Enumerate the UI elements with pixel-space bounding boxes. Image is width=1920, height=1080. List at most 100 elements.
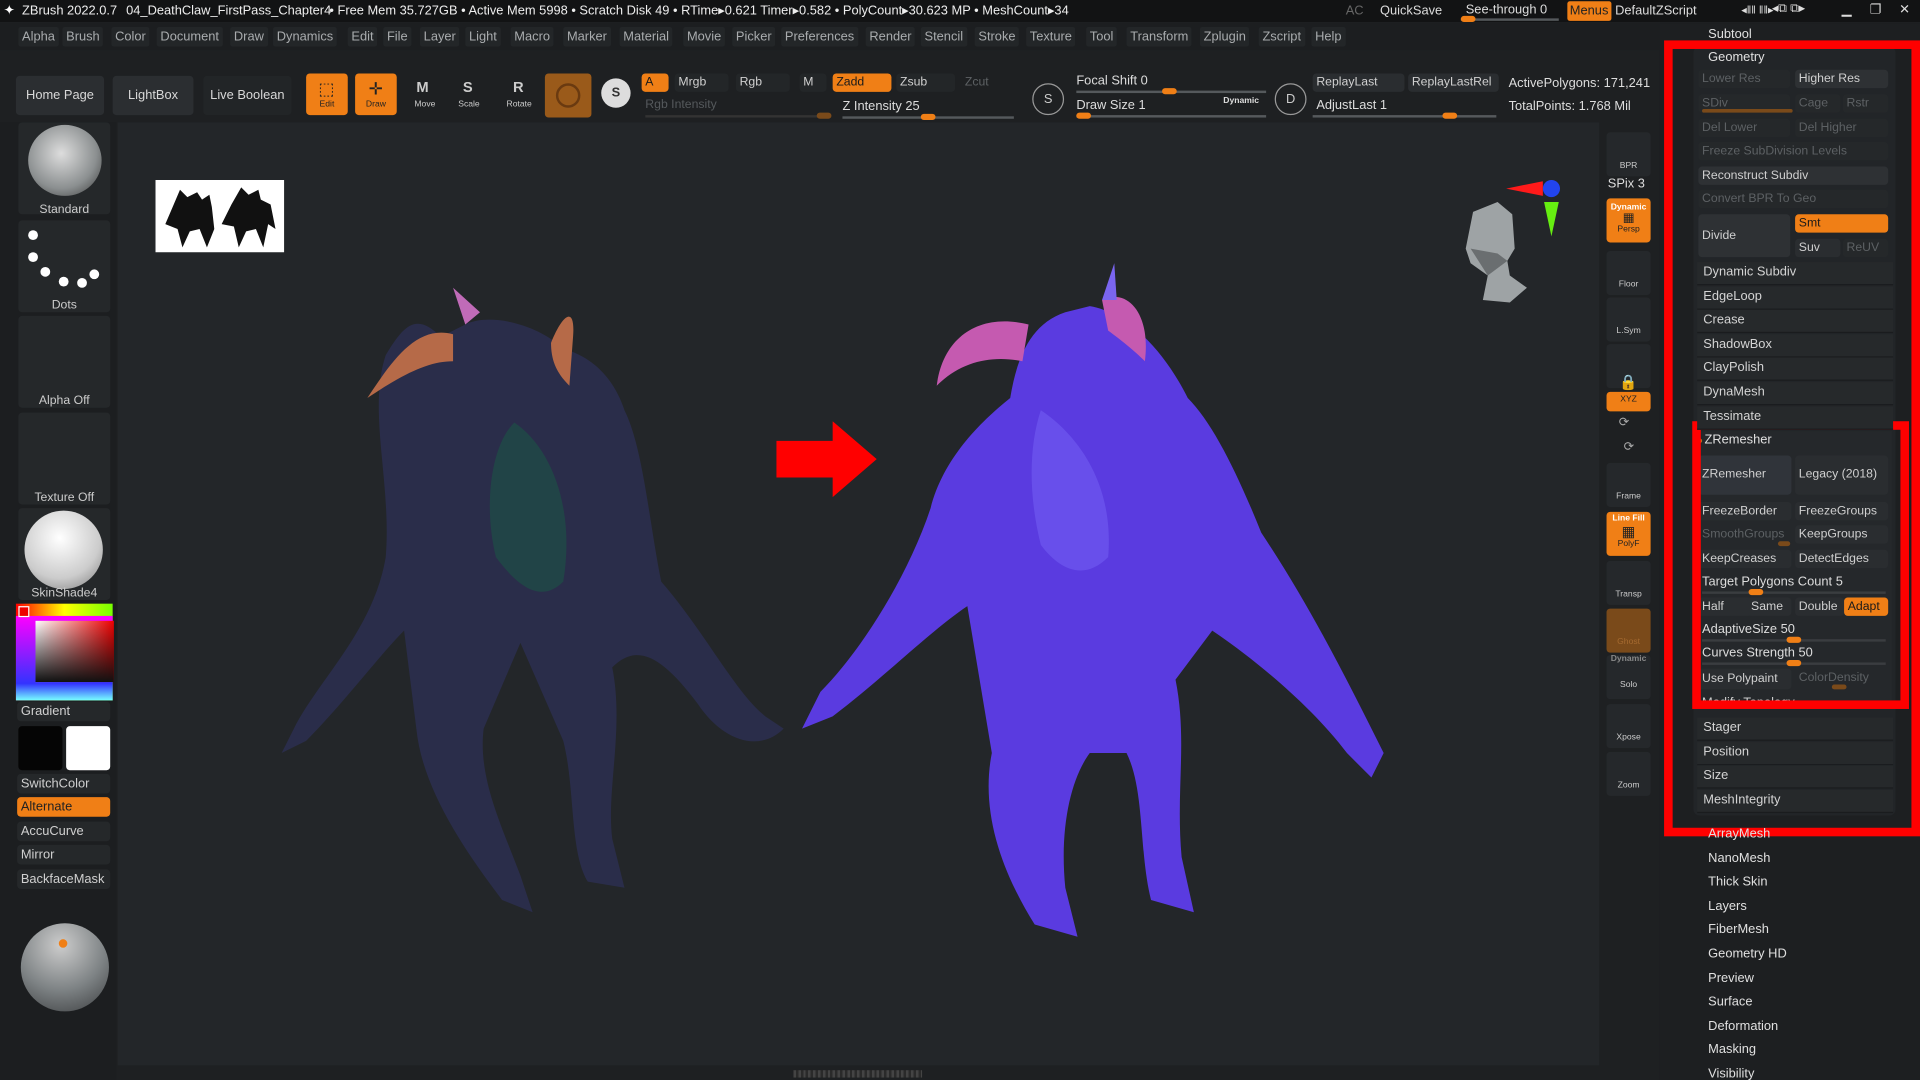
- focal-shift-slider[interactable]: Focal Shift 0: [1076, 73, 1147, 88]
- main-color-black[interactable]: [18, 726, 63, 771]
- lazy-mouse-d-icon[interactable]: D: [1274, 83, 1307, 116]
- rgb-toggle[interactable]: Rgb: [735, 73, 790, 92]
- solo-button[interactable]: Dynamic Solo: [1606, 655, 1651, 700]
- menu-transform[interactable]: Transform: [1126, 26, 1192, 47]
- z-intensity-track[interactable]: [842, 113, 1014, 121]
- adjustlast-track[interactable]: [1312, 112, 1497, 119]
- move-button[interactable]: M Move: [404, 73, 446, 115]
- subpalette-thick-skin[interactable]: Thick Skin: [1708, 875, 1767, 890]
- menu-preferences[interactable]: Preferences: [781, 26, 858, 47]
- alternate-button[interactable]: Alternate: [17, 797, 111, 817]
- zoom-button[interactable]: Zoom: [1606, 751, 1651, 796]
- rotate-button[interactable]: R Rotate: [498, 73, 540, 115]
- rgb-intensity-knob[interactable]: [816, 112, 832, 119]
- rotate-y-icon[interactable]: ⟳: [1619, 416, 1629, 429]
- backfacemask-button[interactable]: BackfaceMask: [17, 869, 111, 889]
- home-page-button[interactable]: Home Page: [15, 75, 105, 116]
- transp-button[interactable]: Transp: [1606, 560, 1651, 605]
- focal-shift-track[interactable]: [1076, 88, 1267, 95]
- focal-shift-knob[interactable]: [1162, 88, 1177, 95]
- spix-slider[interactable]: SPix 3: [1608, 176, 1645, 191]
- z-intensity-knob[interactable]: [920, 113, 936, 121]
- draw-button[interactable]: ✛ Draw: [355, 73, 397, 116]
- zadd-toggle[interactable]: Zadd: [832, 73, 892, 92]
- gradient-button[interactable]: Gradient: [17, 701, 111, 722]
- zremeshed-mesh-model[interactable]: [796, 239, 1408, 949]
- subpalette-nanomesh[interactable]: NanoMesh: [1708, 851, 1770, 866]
- menu-draw[interactable]: Draw: [230, 26, 268, 47]
- see-through-knob[interactable]: [1460, 15, 1476, 23]
- menu-zplugin[interactable]: Zplugin: [1200, 26, 1250, 47]
- dynamic-toggle[interactable]: Dynamic: [1223, 97, 1259, 106]
- adjustlast-slider[interactable]: AdjustLast 1: [1316, 98, 1387, 113]
- switchcolor-button[interactable]: SwitchColor: [17, 773, 111, 794]
- menu-macro[interactable]: Macro: [510, 26, 554, 47]
- saturation-square[interactable]: [35, 620, 114, 683]
- menu-tool[interactable]: Tool: [1086, 26, 1118, 47]
- subpalette-arraymesh[interactable]: ArrayMesh: [1708, 827, 1770, 842]
- menu-layer[interactable]: Layer: [420, 26, 460, 47]
- rgb-intensity-slider[interactable]: Rgb Intensity: [645, 98, 716, 111]
- zcut-toggle[interactable]: Zcut: [961, 73, 1010, 91]
- brush-stroke-icon[interactable]: S: [599, 76, 633, 113]
- lightbox-button[interactable]: LightBox: [112, 75, 194, 116]
- close-icon[interactable]: ✕: [1899, 2, 1910, 17]
- menu-brush[interactable]: Brush: [62, 26, 104, 47]
- replaylast-button[interactable]: ReplayLast: [1312, 73, 1405, 92]
- restore-icon[interactable]: ❐: [1870, 2, 1882, 17]
- subpalette-masking[interactable]: Masking: [1708, 1043, 1756, 1058]
- menu-light[interactable]: Light: [465, 26, 501, 47]
- xpose-button[interactable]: Xpose: [1606, 704, 1651, 749]
- menu-document[interactable]: Document: [156, 26, 223, 47]
- menu-zscript[interactable]: Zscript: [1258, 26, 1305, 47]
- menu-edit[interactable]: Edit: [347, 26, 378, 47]
- menu-file[interactable]: File: [383, 26, 412, 47]
- live-boolean-button[interactable]: Live Boolean: [203, 75, 292, 116]
- menu-picker[interactable]: Picker: [732, 26, 776, 47]
- brush-picker[interactable]: [18, 122, 111, 215]
- subpalette-preview[interactable]: Preview: [1708, 971, 1754, 986]
- scale-button[interactable]: S Scale: [448, 73, 490, 115]
- subpalette-geometry-hd[interactable]: Geometry HD: [1708, 947, 1787, 962]
- draw-size-knob[interactable]: [1076, 112, 1092, 119]
- menus-toggle[interactable]: Menus: [1567, 1, 1611, 21]
- main-color-swatch[interactable]: [18, 606, 30, 618]
- subpalette-layers[interactable]: Layers: [1708, 899, 1747, 914]
- menu-help[interactable]: Help: [1311, 26, 1346, 47]
- menu-alpha[interactable]: Alpha: [18, 26, 59, 47]
- ui-size-icon[interactable]: ◂‖‖ ‖‖▸: [1741, 4, 1773, 17]
- lazy-mouse-s-icon[interactable]: S: [1032, 83, 1065, 116]
- floor-button[interactable]: Floor: [1606, 251, 1651, 296]
- color-picker[interactable]: [15, 603, 114, 701]
- menu-color[interactable]: Color: [111, 26, 150, 47]
- rotate-z-icon[interactable]: ⟳: [1624, 441, 1634, 454]
- z-intensity-slider[interactable]: Z Intensity 25: [842, 99, 919, 114]
- ghost-button[interactable]: Ghost: [1606, 608, 1651, 653]
- original-mesh-model[interactable]: [269, 239, 808, 925]
- axis-gizmo-icon[interactable]: [1504, 175, 1565, 239]
- accucurve-button[interactable]: AccuCurve: [17, 821, 111, 842]
- ac-button[interactable]: AC: [1346, 4, 1364, 19]
- edit-button[interactable]: ⬚ Edit: [306, 73, 348, 116]
- menu-stroke[interactable]: Stroke: [974, 26, 1020, 47]
- rgb-intensity-track[interactable]: [645, 112, 832, 119]
- subpalette-visibility[interactable]: Visibility: [1708, 1067, 1754, 1080]
- subpalette-deformation[interactable]: Deformation: [1708, 1019, 1778, 1034]
- menu-texture[interactable]: Texture: [1026, 26, 1076, 47]
- default-zscript-button[interactable]: DefaultZScript: [1615, 4, 1696, 19]
- menu-material[interactable]: Material: [619, 26, 673, 47]
- bpr-button[interactable]: BPR: [1606, 132, 1651, 177]
- secondary-color-white[interactable]: [66, 726, 111, 771]
- m-toggle[interactable]: M: [799, 73, 827, 92]
- quicksave-button[interactable]: QuickSave: [1380, 4, 1442, 19]
- draw-size-track[interactable]: [1076, 112, 1267, 119]
- mirror-button[interactable]: Mirror: [17, 844, 111, 865]
- light-position-handle[interactable]: [58, 939, 68, 948]
- mrgb-toggle[interactable]: Mrgb: [674, 73, 729, 92]
- camera-lock-button[interactable]: 🔒: [1606, 344, 1651, 391]
- material-button[interactable]: [544, 73, 592, 118]
- minimize-icon[interactable]: ▁: [1842, 2, 1852, 17]
- subpalette-fibermesh[interactable]: FiberMesh: [1708, 923, 1769, 938]
- a-toggle[interactable]: A: [641, 73, 669, 92]
- lsym-button[interactable]: L.Sym: [1606, 297, 1651, 342]
